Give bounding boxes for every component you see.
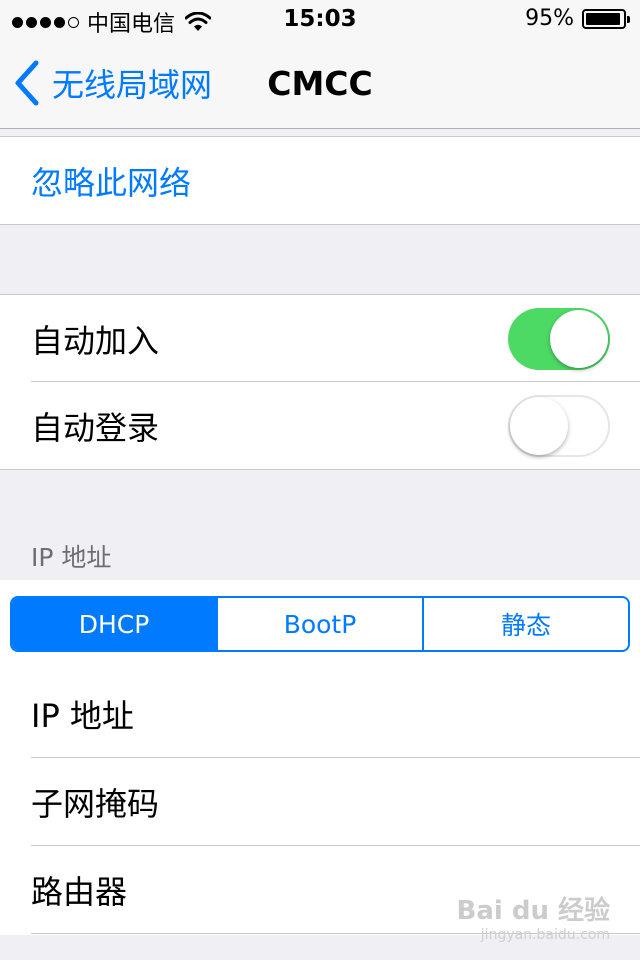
battery-percentage: 95% bbox=[525, 6, 574, 31]
auto-join-label: 自动加入 bbox=[31, 321, 160, 360]
switch-knob bbox=[510, 397, 568, 455]
navigation-bar: 无线局域网 CMCC bbox=[0, 40, 640, 129]
auto-login-row: 自动登录 bbox=[0, 382, 640, 469]
battery-icon bbox=[582, 8, 630, 29]
auto-settings-group: 自动加入 自动登录 bbox=[0, 294, 640, 470]
battery-tip bbox=[627, 15, 630, 23]
segment-bootp[interactable]: BootP bbox=[216, 598, 422, 650]
status-bar: 中国电信 15:03 95% bbox=[0, 0, 640, 40]
forget-network-group: 忽略此网络 bbox=[0, 136, 640, 225]
ip-section-header: IP 地址 bbox=[31, 543, 112, 572]
switch-knob bbox=[550, 310, 608, 368]
chevron-left-icon bbox=[15, 60, 39, 106]
auto-login-label: 自动登录 bbox=[31, 408, 160, 447]
back-button[interactable]: 无线局域网 bbox=[14, 60, 212, 106]
back-button-label: 无线局域网 bbox=[52, 66, 213, 104]
auto-login-switch[interactable] bbox=[508, 395, 610, 457]
baidu-jingyan-watermark: Bai du 经验 jingyan.baidu.com bbox=[457, 890, 611, 943]
ip-mode-segmented-control: DHCP BootP 静态 bbox=[10, 596, 630, 652]
watermark-brand: Bai du 经验 bbox=[456, 896, 611, 926]
auto-join-row: 自动加入 bbox=[0, 295, 640, 382]
status-right: 95% bbox=[525, 6, 630, 31]
ip-address-row[interactable]: IP 地址 bbox=[0, 670, 640, 758]
ip-settings-group: DHCP BootP 静态 IP 地址 子网掩码 路由器 bbox=[0, 580, 640, 935]
segment-dhcp[interactable]: DHCP bbox=[12, 598, 216, 650]
forget-network-button[interactable]: 忽略此网络 bbox=[0, 137, 640, 224]
auto-join-switch[interactable] bbox=[508, 308, 610, 370]
segment-static[interactable]: 静态 bbox=[422, 598, 628, 650]
watermark-url: jingyan.baidu.com bbox=[480, 927, 610, 943]
battery-level-fill bbox=[586, 12, 620, 25]
subnet-mask-row[interactable]: 子网掩码 bbox=[0, 758, 640, 846]
